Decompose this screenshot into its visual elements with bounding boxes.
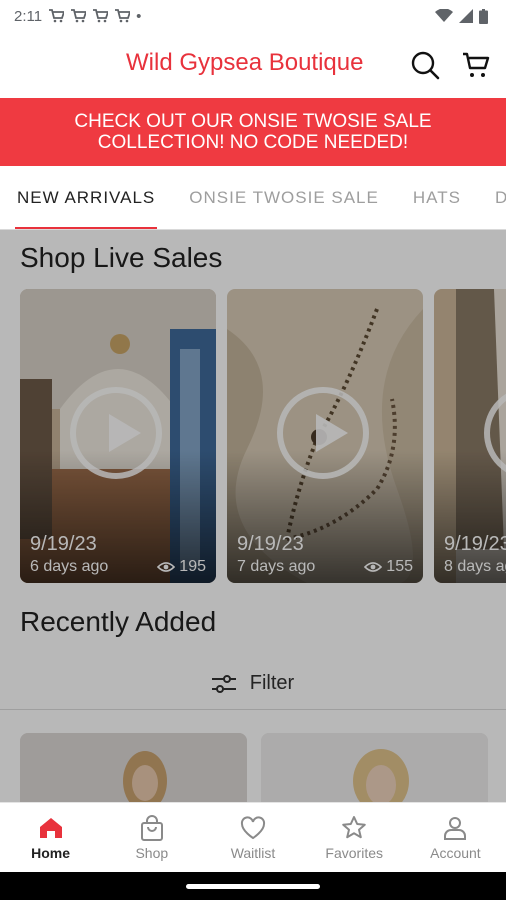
eye-icon — [157, 562, 176, 572]
star-icon — [342, 816, 367, 839]
live-sale-views-count: 195 — [179, 558, 206, 575]
battery-icon — [479, 8, 488, 24]
live-sales-carousel: 9/19/23 6 days ago 195 9/19/23 7 days ag… — [20, 289, 506, 583]
heart-icon — [240, 816, 266, 840]
cart-notification-icon — [49, 9, 65, 23]
product-image — [20, 733, 247, 802]
product-card[interactable] — [20, 733, 247, 802]
nav-account[interactable]: Account — [405, 803, 506, 872]
filter-label: Filter — [249, 672, 295, 694]
product-grid — [20, 733, 488, 802]
app-header: Wild Gypsea Boutique — [0, 32, 506, 98]
eye-icon — [364, 562, 383, 572]
status-time: 2:11 — [14, 7, 43, 25]
live-sale-date: 9/19/23 — [444, 533, 506, 555]
play-icon[interactable] — [277, 387, 369, 479]
cart-notification-icon — [115, 9, 131, 23]
filter-button[interactable]: Filter — [0, 658, 506, 710]
nav-home-label: Home — [31, 845, 71, 861]
cart-notification-icon — [71, 9, 87, 23]
tab-hats[interactable]: HATS — [396, 166, 478, 229]
bottom-nav: Home Shop Waitlist Favorites Account — [0, 802, 506, 872]
nav-account-label: Account — [430, 845, 481, 861]
live-sale-age: 6 days ago — [30, 558, 109, 575]
nav-favorites[interactable]: Favorites — [304, 803, 405, 872]
live-sale-card[interactable]: 9/19/23 8 days ago — [434, 289, 506, 583]
live-sale-views: 155 — [364, 558, 413, 576]
home-gesture-handle[interactable] — [186, 884, 320, 889]
live-sale-date: 9/19/23 — [30, 533, 97, 555]
search-icon[interactable] — [410, 50, 440, 80]
brand-title: Wild Gypsea Boutique — [126, 49, 364, 76]
nav-waitlist-label: Waitlist — [230, 845, 276, 861]
status-dot: • — [136, 7, 142, 25]
play-icon[interactable] — [70, 387, 162, 479]
category-tabs: NEW ARRIVALS ONSIE TWOSIE SALE HATS D — [0, 166, 506, 230]
nav-shop[interactable]: Shop — [101, 803, 202, 872]
section-title-recently-added: Recently Added — [20, 606, 217, 637]
system-gesture-bar — [0, 872, 506, 900]
live-sale-card[interactable]: 9/19/23 7 days ago 155 — [227, 289, 423, 583]
shopping-bag-icon — [140, 815, 163, 841]
live-sale-age: 7 days ago — [237, 558, 316, 575]
signal-icon — [459, 9, 473, 23]
product-card[interactable] — [261, 733, 488, 802]
home-icon — [39, 818, 62, 838]
cart-icon[interactable] — [461, 50, 491, 80]
promo-banner[interactable]: CHECK OUT OUR ONSIE TWOSIE SALE COLLECTI… — [0, 98, 506, 166]
live-sale-views: 195 — [157, 558, 206, 576]
live-sale-age: 8 days ago — [444, 558, 506, 575]
live-sale-views-count: 155 — [386, 558, 413, 575]
tab-partial[interactable]: D — [478, 166, 506, 229]
tab-onsie-twosie-sale[interactable]: ONSIE TWOSIE SALE — [172, 166, 396, 229]
product-image — [261, 733, 488, 802]
account-icon — [444, 817, 467, 840]
cart-notification-icon — [93, 9, 109, 23]
nav-home[interactable]: Home — [0, 803, 101, 872]
live-sale-date: 9/19/23 — [237, 533, 304, 555]
promo-banner-text: CHECK OUT OUR ONSIE TWOSIE SALE COLLECTI… — [74, 111, 432, 153]
nav-waitlist[interactable]: Waitlist — [202, 803, 303, 872]
tab-new-arrivals[interactable]: NEW ARRIVALS — [0, 166, 172, 229]
live-sale-card[interactable]: 9/19/23 6 days ago 195 — [20, 289, 216, 583]
nav-shop-label: Shop — [135, 845, 169, 861]
nav-favorites-label: Favorites — [325, 845, 383, 861]
section-title-live-sales: Shop Live Sales — [20, 242, 223, 273]
main-content: Shop Live Sales 9/19/23 6 days ago 195 9… — [0, 230, 506, 802]
status-bar: 2:11 • — [0, 0, 506, 32]
filter-sliders-icon — [211, 674, 236, 693]
wifi-icon — [435, 9, 453, 22]
